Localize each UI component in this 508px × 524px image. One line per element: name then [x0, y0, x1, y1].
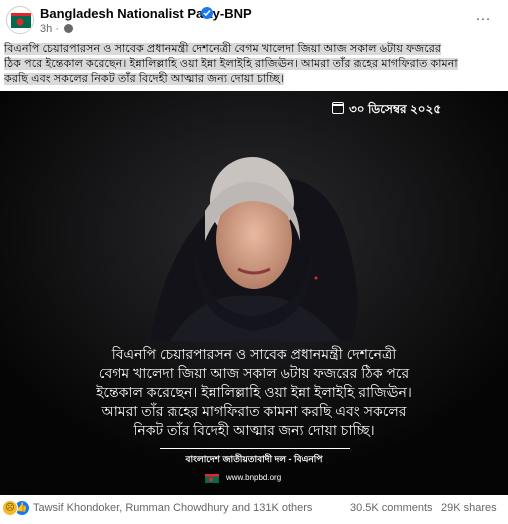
image-caption-line: ইন্তেকাল করেছেন। ইন্নালিল্লাহি ওয়া ইন্ন… — [96, 384, 412, 400]
post-text-line: ঠিক পরে ইন্তেকাল করেছেন। ইন্নালিল্লাহি ও… — [4, 58, 458, 70]
image-date-text: ৩০ ডিসেম্বর ২০২৫ — [349, 102, 442, 116]
image-caption-line: বিএনপি চেয়ারপারসন ও সাবেক প্রধানমন্ত্রী… — [111, 346, 397, 362]
verified-badge-icon — [201, 7, 213, 19]
image-caption-line: বেগম খালেদা জিয়া আজ সকাল ৬টায় ফজরের ঠি… — [98, 365, 410, 381]
post-image[interactable]: ৩০ ডিসেম্বর ২০২৫ বিএনপি চেয়ারপারসন ও সা… — [0, 91, 508, 495]
sad-reaction-icon[interactable]: ☹ — [2, 500, 18, 516]
image-party-name: বাংলাদেশ জাতীয়তাবাদী দল - বিএনপি — [185, 454, 323, 464]
post-text: বিএনপি চেয়ারপারসন ও সাবেক প্রধানমন্ত্রী… — [4, 42, 494, 87]
calendar-icon — [332, 102, 344, 114]
post-text-line: বিএনপি চেয়ারপারসন ও সাবেক প্রধানমন্ত্রী… — [4, 43, 442, 55]
more-options-icon[interactable]: … — [472, 8, 494, 30]
post-meta: 3h · — [40, 23, 74, 35]
reactions-summary[interactable]: Tawsif Khondoker, Rumman Chowdhury and 1… — [33, 502, 312, 514]
reactions-bar: ☹ 👍 Tawsif Khondoker, Rumman Chowdhury a… — [0, 498, 508, 520]
bnp-logo-icon[interactable] — [6, 6, 34, 34]
image-caption-line: আমরা তাঁর রূহের মাগফিরাত কামনা করছি এবং … — [101, 403, 407, 419]
post-text-line: করছি এবং সকলের নিকট তাঁর বিদেহী আত্মার জ… — [4, 73, 284, 85]
shares-count[interactable]: 29K shares — [441, 502, 497, 514]
divider — [160, 448, 350, 449]
bnp-flag-icon — [205, 474, 219, 483]
image-caption: বিএনপি চেয়ারপারসন ও সাবেক প্রধানমন্ত্রী… — [0, 345, 508, 440]
image-date: ৩০ ডিসেম্বর ২০২৫ — [349, 101, 441, 121]
post-header: Bangladesh Nationalist Party-BNP 3h · … — [0, 0, 508, 40]
comments-count[interactable]: 30.5K comments — [350, 502, 433, 514]
facebook-post: Bangladesh Nationalist Party-BNP 3h · … … — [0, 0, 508, 524]
post-time[interactable]: 3h — [40, 23, 52, 35]
page-name-link[interactable]: Bangladesh Nationalist Party-BNP — [40, 6, 252, 21]
globe-icon — [64, 24, 74, 33]
image-url: www.bnpbd.org — [226, 473, 282, 482]
image-caption-line: নিকট তাঁর বিদেহী আত্মার জন্য দোয়া চাচ্ছ… — [133, 422, 375, 438]
